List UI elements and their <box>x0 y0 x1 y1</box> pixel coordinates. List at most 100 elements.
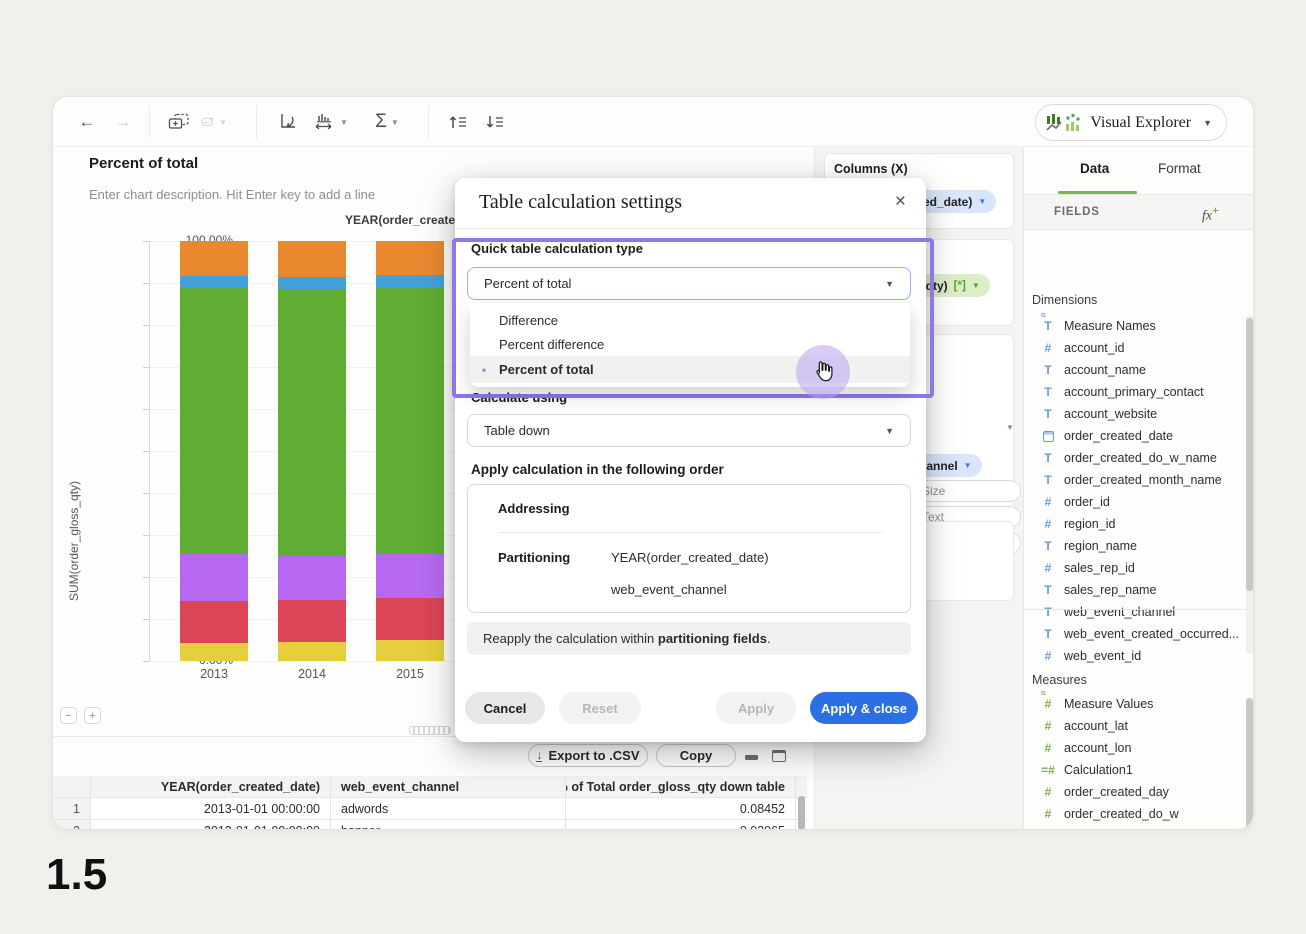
dropdown-option-difference[interactable]: Difference <box>470 308 910 332</box>
chart-title[interactable]: Percent of total <box>89 155 198 172</box>
field-item-account-primary-contact[interactable]: Taccount_primary_contact <box>1024 381 1248 403</box>
forward-button[interactable]: → <box>111 110 135 134</box>
chart-description-placeholder[interactable]: Enter chart description. Hit Enter key t… <box>89 187 375 202</box>
segment-orange[interactable] <box>180 241 248 276</box>
app-switcher-button[interactable]: Visual Explorer ▼ <box>1035 104 1227 141</box>
field-label: order_id <box>1064 495 1110 509</box>
duplicate-visual-icon[interactable] <box>166 110 192 134</box>
swap-axes-icon[interactable] <box>275 110 301 134</box>
dimensions-scrollbar[interactable] <box>1246 318 1253 591</box>
field-item-measure-names[interactable]: TMeasure Names <box>1024 315 1248 337</box>
number-type-icon: # <box>1040 649 1056 663</box>
copy-button[interactable]: Copy <box>656 744 736 767</box>
column-chip-label: ted_date) <box>919 195 972 209</box>
field-label: order_created_day <box>1064 785 1169 799</box>
sort-ascending-icon[interactable] <box>444 110 472 134</box>
field-item-account-lat[interactable]: #account_lat <box>1024 715 1248 737</box>
field-label: web_event_id <box>1064 649 1141 663</box>
field-item-web-event-id[interactable]: # web_event_id <box>1024 645 1248 667</box>
field-item-order-created-hour[interactable]: #order_created_hour <box>1024 825 1248 830</box>
field-item-order-id[interactable]: #order_id <box>1024 491 1248 513</box>
stacked-bar-2015[interactable] <box>376 241 444 661</box>
apply-button[interactable]: Apply <box>716 692 796 724</box>
zoom-out-button[interactable]: − <box>60 707 77 724</box>
field-item-region-name[interactable]: Tregion_name <box>1024 535 1248 557</box>
segment-green[interactable] <box>376 288 444 553</box>
back-button[interactable]: ← <box>75 110 99 134</box>
field-item-web-event-created-occurred-[interactable]: Tweb_event_created_occurred... <box>1024 623 1248 645</box>
field-item-order-created-date[interactable]: order_created_date <box>1024 425 1248 447</box>
segment-purple[interactable] <box>180 554 248 601</box>
field-label: order_created_do_w_name <box>1064 451 1217 465</box>
close-icon[interactable]: × <box>895 191 906 213</box>
field-label: order_created_month_name <box>1064 473 1222 487</box>
quick-calc-select[interactable]: Percent of total ▼ <box>467 267 911 300</box>
segment-yellow[interactable] <box>376 640 444 661</box>
tab-data[interactable]: Data <box>1080 161 1109 176</box>
apply-and-close-button[interactable]: Apply & close <box>810 692 918 724</box>
tab-format[interactable]: Format <box>1158 161 1201 176</box>
segment-red[interactable] <box>278 600 346 642</box>
segment-blue[interactable] <box>180 276 248 289</box>
y-tick <box>143 283 149 284</box>
field-item-account-lon[interactable]: #account_lon <box>1024 737 1248 759</box>
table-row[interactable]: 12013-01-01 00:00:00adwords0.08452 <box>53 798 807 820</box>
field-item-account-website[interactable]: Taccount_website <box>1024 403 1248 425</box>
field-item-measure-values[interactable]: #Measure Values <box>1024 693 1248 715</box>
number-type-icon: # <box>1040 829 1056 830</box>
reset-button[interactable]: Reset <box>559 692 641 724</box>
segment-blue[interactable] <box>376 275 444 289</box>
zoom-in-button[interactable]: + <box>84 707 101 724</box>
field-item-order-created-do-w[interactable]: #order_created_do_w <box>1024 803 1248 825</box>
table-header-cell: web_event_channel <box>331 776 566 797</box>
field-item-order-created-month-name[interactable]: Torder_created_month_name <box>1024 469 1248 491</box>
field-item-sales-rep-id[interactable]: #sales_rep_id <box>1024 557 1248 579</box>
export-csv-button[interactable]: ↓ Export to .CSV <box>528 744 648 767</box>
segment-blue[interactable] <box>278 277 346 290</box>
cancel-button[interactable]: Cancel <box>465 692 545 724</box>
table-header-cell <box>53 776 91 797</box>
segment-orange[interactable] <box>376 241 444 275</box>
segment-red[interactable] <box>180 601 248 643</box>
date-type-icon <box>1043 431 1054 442</box>
field-item-web-event-channel[interactable]: Tweb_event_channel <box>1024 601 1248 623</box>
table-row[interactable]: 22013-01-01 00:00:00banner0.03065 <box>53 820 807 830</box>
y-tick <box>143 661 149 662</box>
bar-width-icon[interactable]: ▼ <box>311 110 349 134</box>
stacked-bar-2014[interactable] <box>278 241 346 661</box>
field-item-order-created-day[interactable]: # order_created_day <box>1024 781 1248 803</box>
remove-visual-icon[interactable]: ▼ <box>201 110 227 134</box>
horizontal-scroll-handle[interactable] <box>409 726 451 735</box>
field-item-region-id[interactable]: #region_id <box>1024 513 1248 535</box>
field-item-account-id[interactable]: #account_id <box>1024 337 1248 359</box>
selected-dot-icon: • <box>482 363 486 377</box>
marks-dropdown-caret-icon[interactable]: ▼ <box>1006 423 1014 432</box>
field-item-calculation1[interactable]: =#Calculation1 <box>1024 759 1248 781</box>
field-item-account-name[interactable]: Taccount_name <box>1024 359 1248 381</box>
field-item-order-created-do-w-name[interactable]: Torder_created_do_w_name <box>1024 447 1248 469</box>
text-type-icon: T <box>1040 605 1056 619</box>
segment-purple[interactable] <box>376 554 444 598</box>
expand-table-icon[interactable] <box>772 750 786 762</box>
dropdown-option-percent-difference[interactable]: Percent difference <box>470 332 910 356</box>
segment-purple[interactable] <box>278 556 346 600</box>
number-type-icon: # <box>1040 785 1056 799</box>
segment-green[interactable] <box>278 289 346 556</box>
field-item-sales-rep-name[interactable]: Tsales_rep_name <box>1024 579 1248 601</box>
calculate-using-select[interactable]: Table down ▼ <box>467 414 911 447</box>
segment-orange[interactable] <box>278 241 346 277</box>
segment-yellow[interactable] <box>180 643 248 661</box>
segment-green[interactable] <box>180 288 248 553</box>
table-scrollbar[interactable] <box>798 796 805 830</box>
y-tick <box>143 367 149 368</box>
measures-scrollbar[interactable] <box>1246 698 1253 830</box>
aggregate-sigma-icon[interactable]: Σ▼ <box>369 110 405 134</box>
y-tick <box>143 619 149 620</box>
sort-descending-icon[interactable] <box>481 110 509 134</box>
stacked-bar-2013[interactable] <box>180 241 248 661</box>
add-calculation-icon[interactable]: fx+ <box>1202 203 1219 225</box>
segment-yellow[interactable] <box>278 642 346 661</box>
x-tick-label: 2014 <box>278 667 346 681</box>
segment-red[interactable] <box>376 598 444 640</box>
collapse-table-icon[interactable] <box>745 755 758 760</box>
